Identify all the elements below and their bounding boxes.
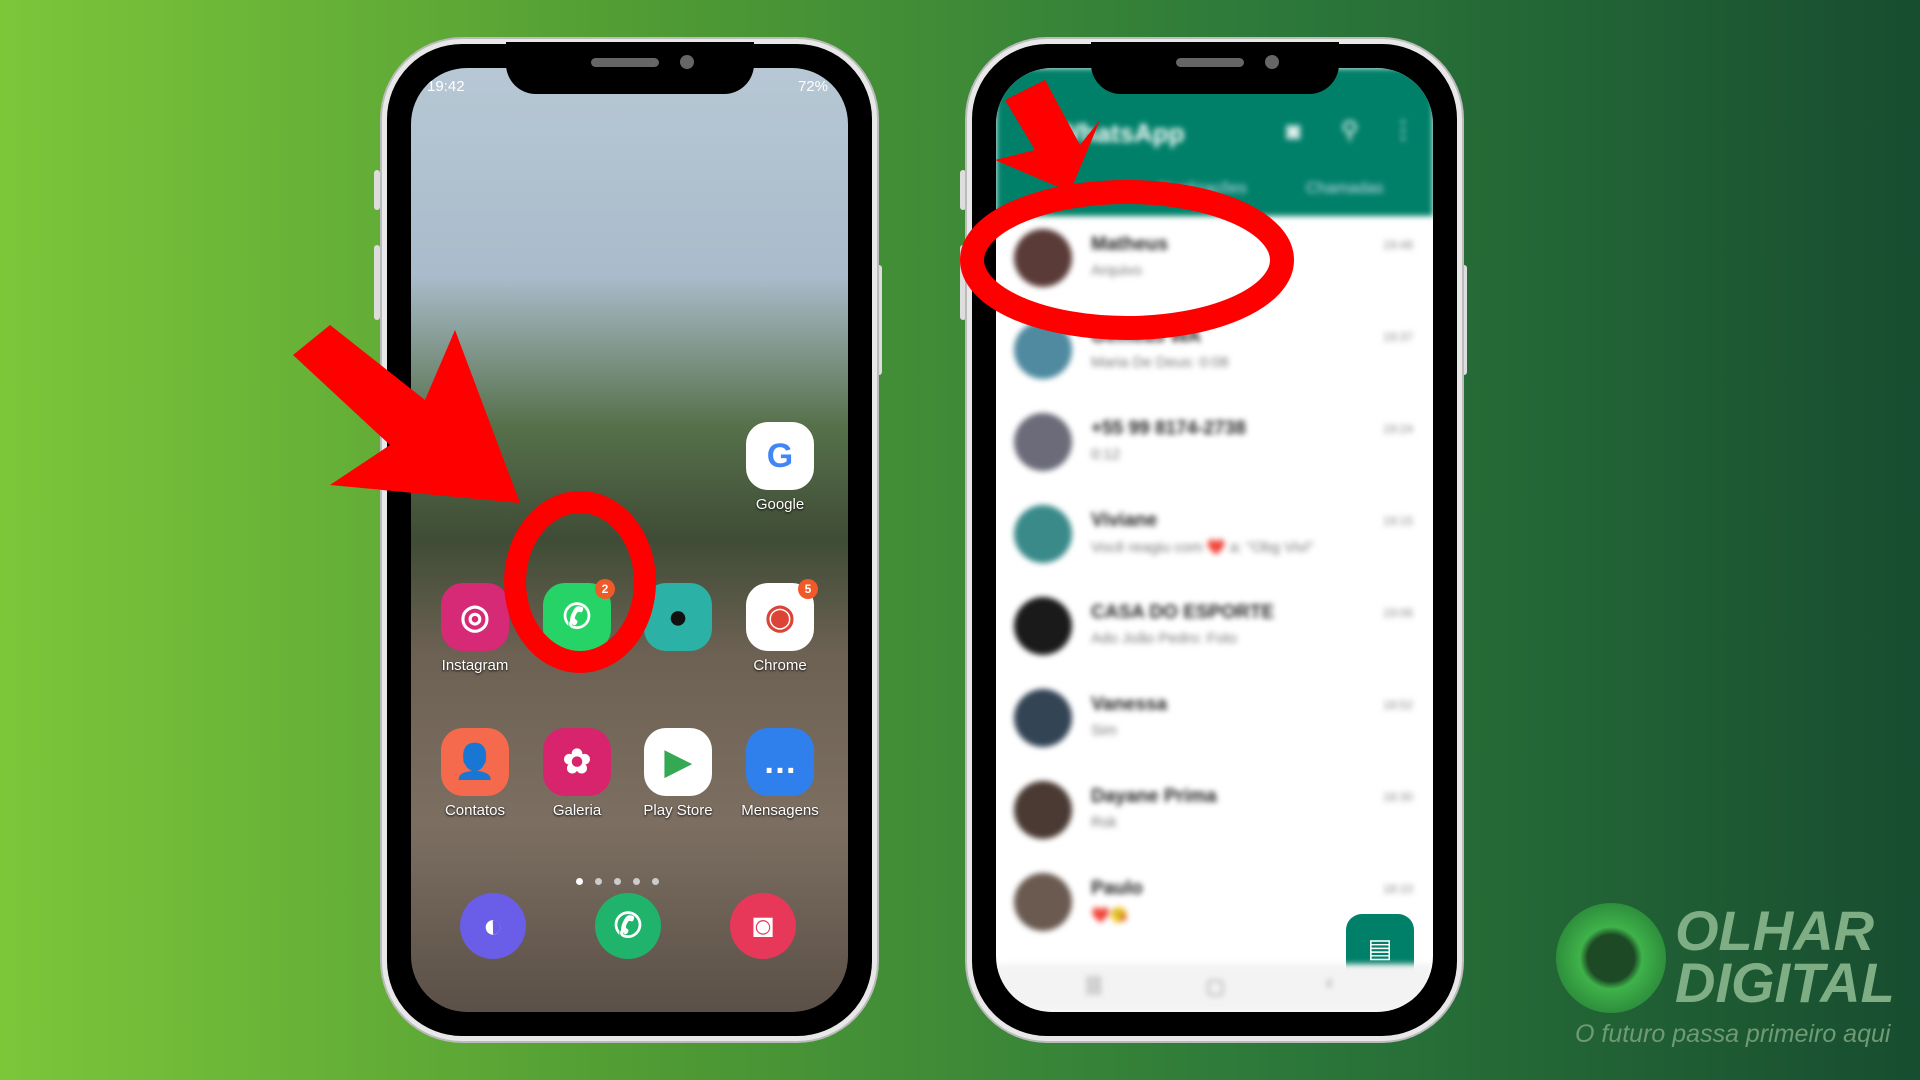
red-arrow-icon	[293, 325, 520, 503]
red-arrow-icon	[995, 80, 1100, 192]
olhar-digital-logo-icon	[1556, 903, 1666, 1013]
status-battery: 72%	[797, 78, 828, 95]
highlight-circle	[504, 491, 656, 673]
logo-tagline: O futuro passa primeiro aqui	[1575, 1020, 1891, 1048]
notch	[1090, 42, 1339, 94]
logo-text: OLHAR DIGITAL	[1675, 899, 1895, 1014]
notch	[505, 42, 754, 94]
status-time: 19:42	[427, 78, 465, 95]
highlight-circle	[960, 180, 1294, 340]
